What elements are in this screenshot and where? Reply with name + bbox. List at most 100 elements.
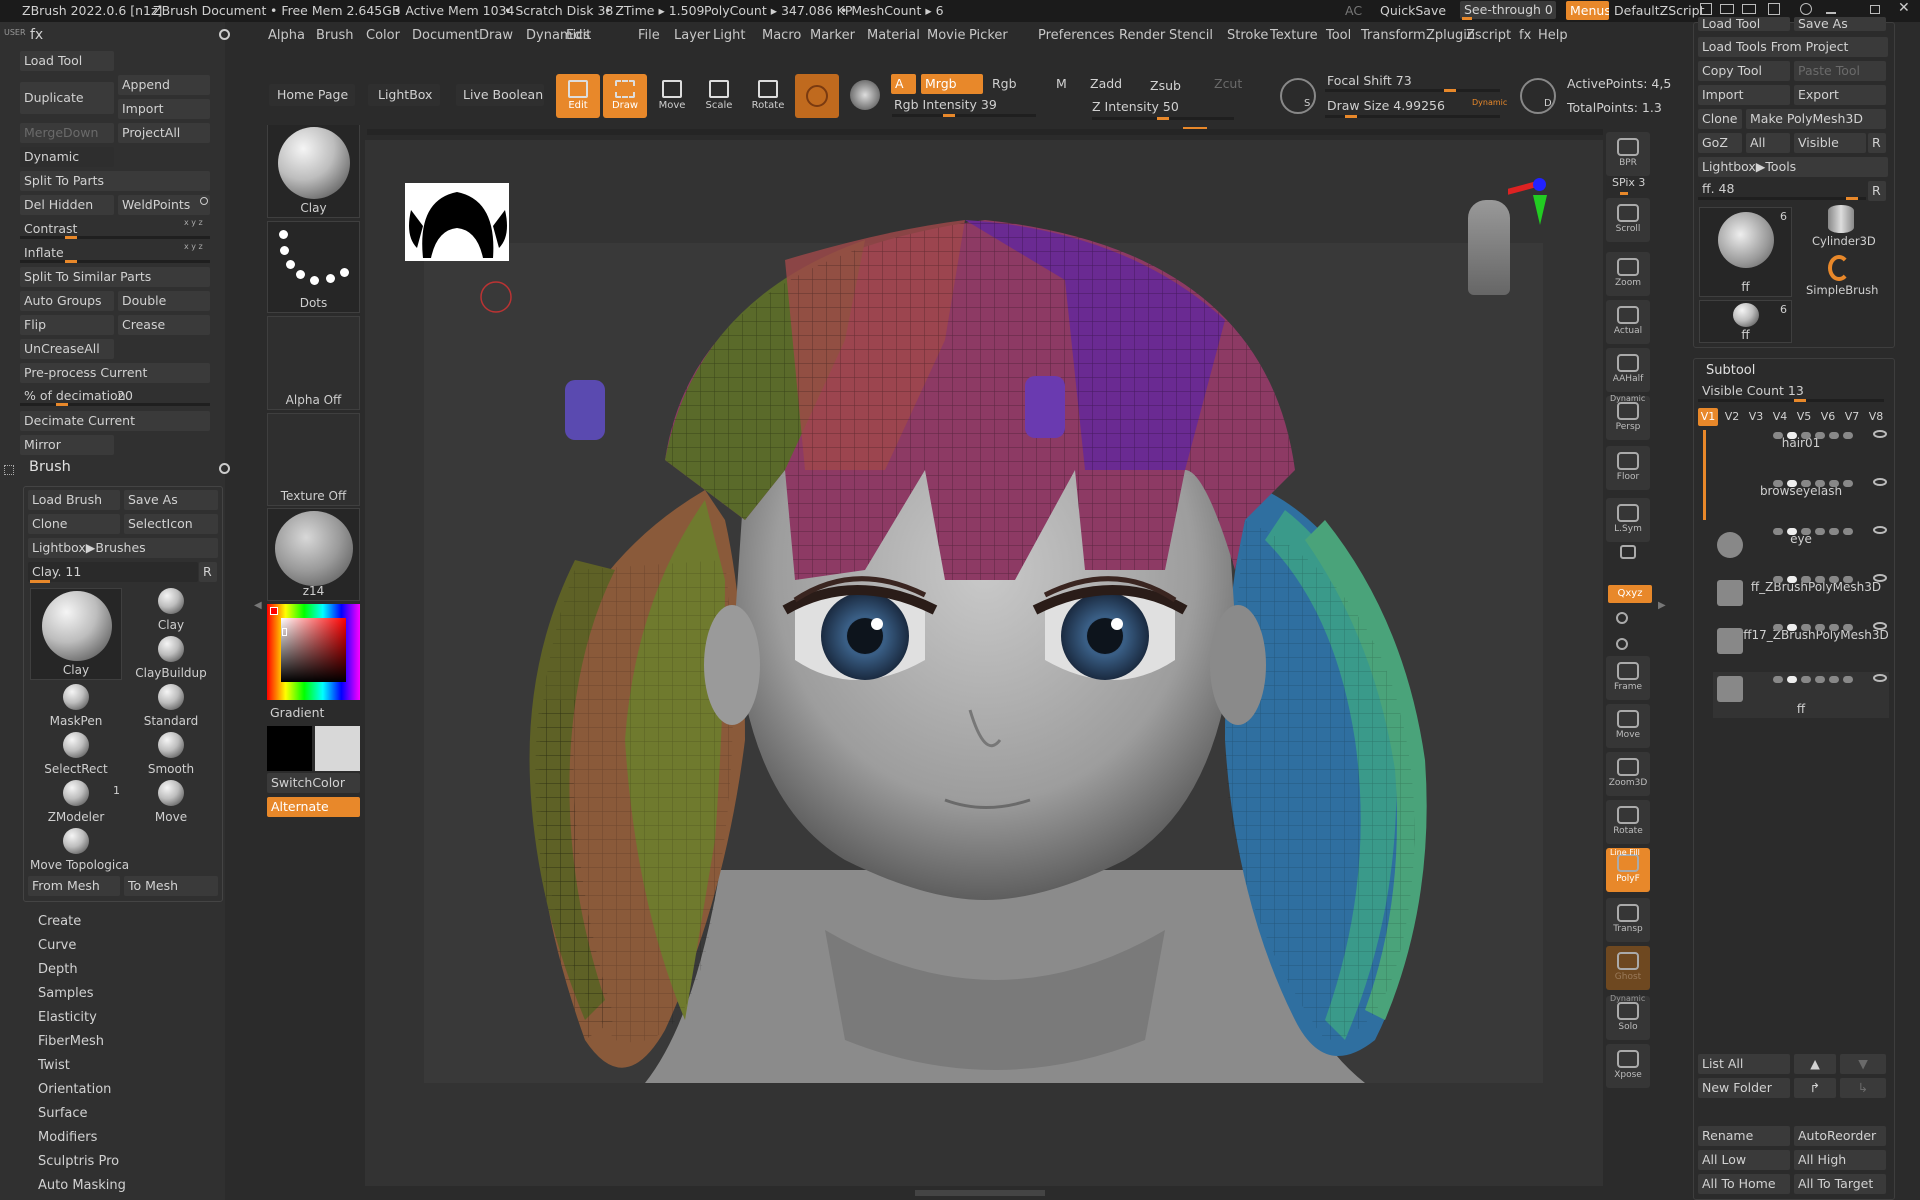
menu-zscript[interactable]: Zscript [1466,28,1511,43]
menu-transform[interactable]: Transform [1361,28,1426,43]
subtool-2-pill1-icon[interactable] [1787,528,1797,535]
version-v1[interactable]: V1 [1698,408,1718,426]
dynamic-button[interactable]: Dynamic [20,147,114,167]
draw-size-d-icon[interactable]: D [1520,78,1556,114]
brush-item-move-topologica[interactable]: Move Topologica [30,828,129,872]
tool-load-tool-button[interactable]: Load Tool [1698,17,1790,31]
menu-marker[interactable]: Marker [810,28,855,43]
menu-light[interactable]: Light [713,28,745,43]
subtool-2-brush-icon[interactable] [1843,528,1853,535]
list-all-button[interactable]: List All [1698,1054,1790,1074]
view-move-button[interactable]: Move [1606,704,1650,748]
scale-mode-button[interactable]: Scale [697,74,741,118]
brush-r-button[interactable]: R [199,562,217,582]
subtool-5-pill3-icon[interactable] [1815,676,1825,683]
menu-color[interactable]: Color [366,28,400,43]
version-v5[interactable]: V5 [1794,408,1814,426]
menu-movie[interactable]: Movie [927,28,965,43]
menu-macro[interactable]: Macro [762,28,801,43]
lightbox-button[interactable]: LightBox [368,84,440,106]
subtool-0-pill4-icon[interactable] [1829,432,1839,439]
subtool-3-pill1-icon[interactable] [1787,576,1797,583]
menu-elasticity[interactable]: Elasticity [38,1010,97,1025]
goz-r-button[interactable]: R [1868,133,1886,153]
current-brush-slider[interactable]: Clay. 11 [28,562,198,582]
rgb-intensity-slider[interactable] [892,114,1036,117]
rotate-axis-1-icon[interactable] [1616,638,1628,650]
folder-arrow-icon[interactable]: ↱ [1794,1078,1836,1098]
import-button[interactable]: Import [118,99,210,119]
drag-handle-icon[interactable] [4,465,14,475]
from-mesh-button[interactable]: From Mesh [28,876,120,896]
menu-stroke[interactable]: Stroke [1227,28,1268,43]
view-xpose-button[interactable]: Xpose [1606,1044,1650,1088]
subtool-1-pill2-icon[interactable] [1801,480,1811,487]
version-v2[interactable]: V2 [1722,408,1742,426]
goz-all-button[interactable]: All [1746,133,1790,153]
tool-r-button[interactable]: R [1868,181,1886,201]
menu-preferences[interactable]: Preferences [1038,28,1114,43]
load-tool-button[interactable]: Load Tool [20,51,114,71]
all-to-target-button[interactable]: All To Target [1794,1174,1886,1194]
move-mode-button[interactable]: Move [650,74,694,118]
mirror-button[interactable]: Mirror [20,435,114,455]
tool-export-button[interactable]: Export [1794,85,1886,105]
split-to-parts-button[interactable]: Split To Parts [20,171,210,191]
subtool-0-pill2-icon[interactable] [1801,432,1811,439]
z-axis-icon[interactable] [1533,178,1546,191]
menu-twist[interactable]: Twist [38,1058,70,1073]
bottom-tray-handle[interactable] [915,1190,1045,1196]
inflate-slider[interactable] [20,260,210,263]
subtool-5-arrow-icon[interactable] [1773,676,1783,683]
view-rotate-button[interactable]: Rotate [1606,800,1650,844]
subtool-2-arrow-icon[interactable] [1773,528,1783,535]
subtool-0-pill1-icon[interactable] [1787,432,1797,439]
focal-shift-slider[interactable] [1325,89,1500,92]
flip-button[interactable]: Flip [20,315,114,335]
menu-alpha[interactable]: Alpha [268,28,305,43]
m-button[interactable]: M [1052,74,1076,94]
timeline-track[interactable] [367,129,1603,135]
z-intensity-label[interactable]: Z Intensity 50 [1092,99,1179,114]
brush-item-standard[interactable]: Standard [124,684,218,728]
subtool-2-pill2-icon[interactable] [1801,528,1811,535]
lightbox-tools-button[interactable]: Lightbox▶Tools [1698,157,1888,177]
shelf-collapse-left-icon[interactable]: ◀ [254,600,262,611]
load-tools-from-project-button[interactable]: Load Tools From Project [1698,37,1888,57]
subtool-4-eye-icon[interactable] [1873,622,1887,630]
auto-groups-button[interactable]: Auto Groups [20,291,114,311]
menu-help[interactable]: Help [1538,28,1568,43]
view-floor-button[interactable]: Floor [1606,446,1650,490]
window-swap-icon[interactable] [1720,4,1734,14]
menu-texture[interactable]: Texture [1270,28,1318,43]
version-v4[interactable]: V4 [1770,408,1790,426]
uncreaseall-button[interactable]: UnCreaseAll [20,339,114,359]
subtool-3-pill4-icon[interactable] [1829,576,1839,583]
contrast-xyz-icon[interactable]: x y z [184,218,203,227]
goz-visible-button[interactable]: Visible [1794,133,1866,153]
folder-arrow-out-icon[interactable]: ↳ [1840,1078,1886,1098]
goz-button[interactable]: GoZ [1698,133,1742,153]
menu-material[interactable]: Material [867,28,920,43]
lock-icon[interactable] [1620,545,1636,559]
decimation-slider[interactable] [20,403,210,406]
version-v7[interactable]: V7 [1842,408,1862,426]
preprocess-current-button[interactable]: Pre-process Current [20,363,210,383]
all-to-home-button[interactable]: All To Home [1698,1174,1790,1194]
brush-item-smooth[interactable]: Smooth [124,732,218,776]
mrgb-button[interactable]: Mrgb [921,74,983,94]
stroke-dots-thumb[interactable]: Dots [267,221,360,313]
subtool-3-pill2-icon[interactable] [1801,576,1811,583]
main-color-swatch[interactable] [267,726,312,771]
brush-item-clay[interactable]: Clay [30,588,122,680]
brush-save-as-button[interactable]: Save As [124,490,218,510]
subtool-5-pill2-icon[interactable] [1801,676,1811,683]
decimate-current-button[interactable]: Decimate Current [20,411,210,431]
subtool-5-pill4-icon[interactable] [1829,676,1839,683]
color-picker[interactable] [267,604,360,700]
split-similar-parts-button[interactable]: Split To Similar Parts [20,267,210,287]
alpha-thumb[interactable]: Alpha Off [267,316,360,410]
append-button[interactable]: Append [118,75,210,95]
menus-toggle[interactable]: Menus [1566,1,1609,20]
y-axis-icon[interactable] [1533,195,1547,225]
